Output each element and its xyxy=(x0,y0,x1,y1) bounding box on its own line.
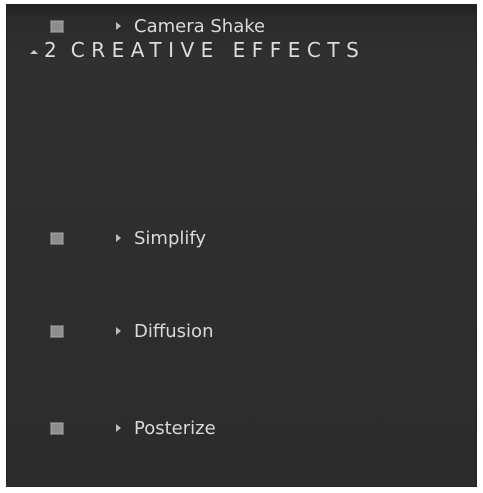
effect-item-diffusion[interactable]: Diffusion xyxy=(6,309,477,353)
enable-checkbox[interactable] xyxy=(50,19,64,33)
effect-label[interactable]: Diffusion xyxy=(134,321,213,342)
effect-label[interactable]: Posterize xyxy=(134,418,216,439)
expand-arrow-icon[interactable] xyxy=(116,22,121,30)
effect-label[interactable]: Camera Shake xyxy=(134,16,265,37)
effect-item-posterize[interactable]: Posterize xyxy=(6,406,477,450)
creative-effects-panel: 2 CREATIVE EFFECTS Simplify Diffusion Po… xyxy=(6,4,477,487)
expand-arrow-icon[interactable] xyxy=(116,424,121,432)
effect-item-simplify[interactable]: Simplify xyxy=(6,216,477,260)
enable-checkbox[interactable] xyxy=(50,231,64,245)
collapse-icon[interactable] xyxy=(30,50,38,54)
expand-arrow-icon[interactable] xyxy=(116,327,121,335)
enable-checkbox[interactable] xyxy=(50,421,64,435)
expand-arrow-icon[interactable] xyxy=(116,234,121,242)
effect-item-camera-shake[interactable]: Camera Shake xyxy=(6,4,477,48)
effect-label[interactable]: Simplify xyxy=(134,228,206,249)
enable-checkbox[interactable] xyxy=(50,324,64,338)
